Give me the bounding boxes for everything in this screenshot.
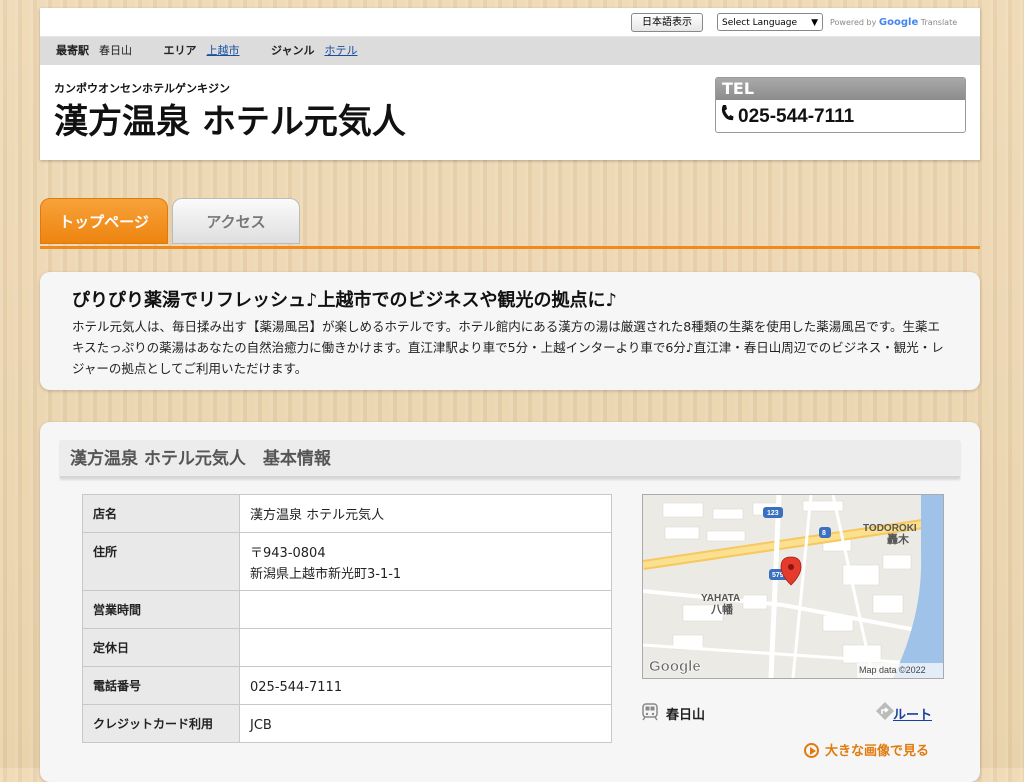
map-route-123: 123: [767, 510, 779, 517]
chevron-down-icon: ▼: [811, 18, 818, 28]
map-label-yahata-en: YAHATA: [701, 593, 740, 604]
table-row: 住所 〒943-0804 新潟県上越市新光町3-1-1: [82, 532, 612, 591]
basic-info-title: 漢方温泉 ホテル元気人 基本情報: [60, 440, 960, 478]
row-value: [239, 590, 612, 629]
intro-card: ぴりぴり薬湯でリフレッシュ♪上越市でのビジネスや観光の拠点に♪ ホテル元気人は、…: [40, 272, 980, 390]
intro-body: ホテル元気人は、毎日揉み出す【薬湯風呂】が楽しめるホテルです。ホテル館内にある漢…: [72, 319, 944, 376]
site-header: 日本語表示 Select Language ▼ Powered by Googl…: [40, 8, 980, 160]
row-key: 定休日: [82, 628, 240, 667]
row-value: 〒943-0804 新潟県上越市新光町3-1-1: [239, 532, 612, 591]
powered-by-google-translate[interactable]: Powered by Google Translate: [830, 17, 957, 28]
tel-label: TEL: [716, 78, 965, 100]
view-large-map-label: 大きな画像で見る: [825, 744, 930, 759]
map-data-attribution: Map data ©2022: [859, 665, 926, 675]
table-row: クレジットカード利用 JCB: [82, 704, 612, 743]
table-row: 定休日: [82, 628, 612, 667]
tab-top-page[interactable]: トップページ: [40, 198, 168, 244]
tel-box: TEL 025-544-7111: [715, 77, 966, 133]
row-value: [239, 628, 612, 667]
row-value: 漢方温泉 ホテル元気人: [239, 494, 612, 533]
language-select[interactable]: Select Language ▼: [717, 13, 823, 31]
row-value: JCB: [239, 704, 612, 743]
language-select-value: Select Language: [722, 18, 798, 28]
tel-number-row[interactable]: 025-544-7111: [716, 100, 965, 132]
japanese-display-button[interactable]: 日本語表示: [631, 13, 703, 32]
play-icon: [804, 743, 819, 758]
map-route-8: 8: [822, 530, 826, 537]
intro-heading: ぴりぴり薬湯でリフレッシュ♪上越市でのビジネスや観光の拠点に♪: [72, 290, 617, 311]
basic-info-table: 店名 漢方温泉 ホテル元気人 住所 〒943-0804 新潟県上越市新光町3-1…: [82, 494, 612, 743]
phone-icon: [720, 100, 736, 132]
station-value: 春日山: [99, 44, 132, 57]
row-key: クレジットカード利用: [82, 704, 240, 743]
station-label: 最寄駅: [56, 44, 89, 57]
route-link[interactable]: ルート: [893, 704, 932, 723]
route-icon: [876, 702, 894, 720]
nearest-station-row: 春日山 ルート: [642, 702, 942, 724]
genre-label: ジャンル: [271, 44, 315, 57]
view-large-map-link[interactable]: 大きな画像で見る: [804, 740, 929, 759]
translate-bar: 日本語表示 Select Language ▼ Powered by Googl…: [40, 8, 980, 37]
postal-code: 〒943-0804: [250, 546, 326, 561]
row-key: 住所: [82, 532, 240, 591]
table-row: 電話番号 025-544-7111: [82, 666, 612, 705]
map-google-logo: Google: [649, 658, 701, 675]
map-label-yahata-jp: 八幡: [710, 602, 734, 616]
genre-link[interactable]: ホテル: [324, 44, 357, 57]
train-icon: [642, 703, 658, 721]
map-label-todoroki-jp: 轟木: [887, 532, 910, 546]
area-link[interactable]: 上越市: [207, 44, 240, 57]
basic-info-card: 漢方温泉 ホテル元気人 基本情報 店名 漢方温泉 ホテル元気人 住所 〒943-…: [40, 422, 980, 782]
hotel-name: 漢方温泉 ホテル元気人: [54, 102, 406, 142]
tab-bar: トップページ アクセス: [40, 198, 980, 249]
tab-access[interactable]: アクセス: [172, 198, 300, 244]
tel-number: 025-544-7111: [738, 106, 855, 127]
info-bar: 最寄駅 春日山 エリア 上越市 ジャンル ホテル: [40, 37, 980, 65]
station-name: 春日山: [666, 708, 706, 723]
row-key: 営業時間: [82, 590, 240, 629]
map-label-todoroki-en: TODOROKI: [863, 523, 917, 534]
area-label: エリア: [163, 44, 197, 57]
row-key: 店名: [82, 494, 240, 533]
table-row: 営業時間: [82, 590, 612, 629]
google-map[interactable]: 123 8 579 TODOROKI 轟木 YAHATA 八幡 Google M…: [642, 494, 944, 679]
map-graphic: 123 8 579 TODOROKI 轟木 YAHATA 八幡 Google M…: [643, 495, 943, 678]
row-key: 電話番号: [82, 666, 240, 705]
table-row: 店名 漢方温泉 ホテル元気人: [82, 494, 612, 533]
row-value: 025-544-7111: [239, 666, 612, 705]
powered-prefix: Powered by: [830, 18, 877, 27]
google-logo: Google: [878, 17, 919, 28]
powered-suffix: Translate: [920, 18, 958, 27]
address: 新潟県上越市新光町3-1-1: [250, 567, 402, 582]
